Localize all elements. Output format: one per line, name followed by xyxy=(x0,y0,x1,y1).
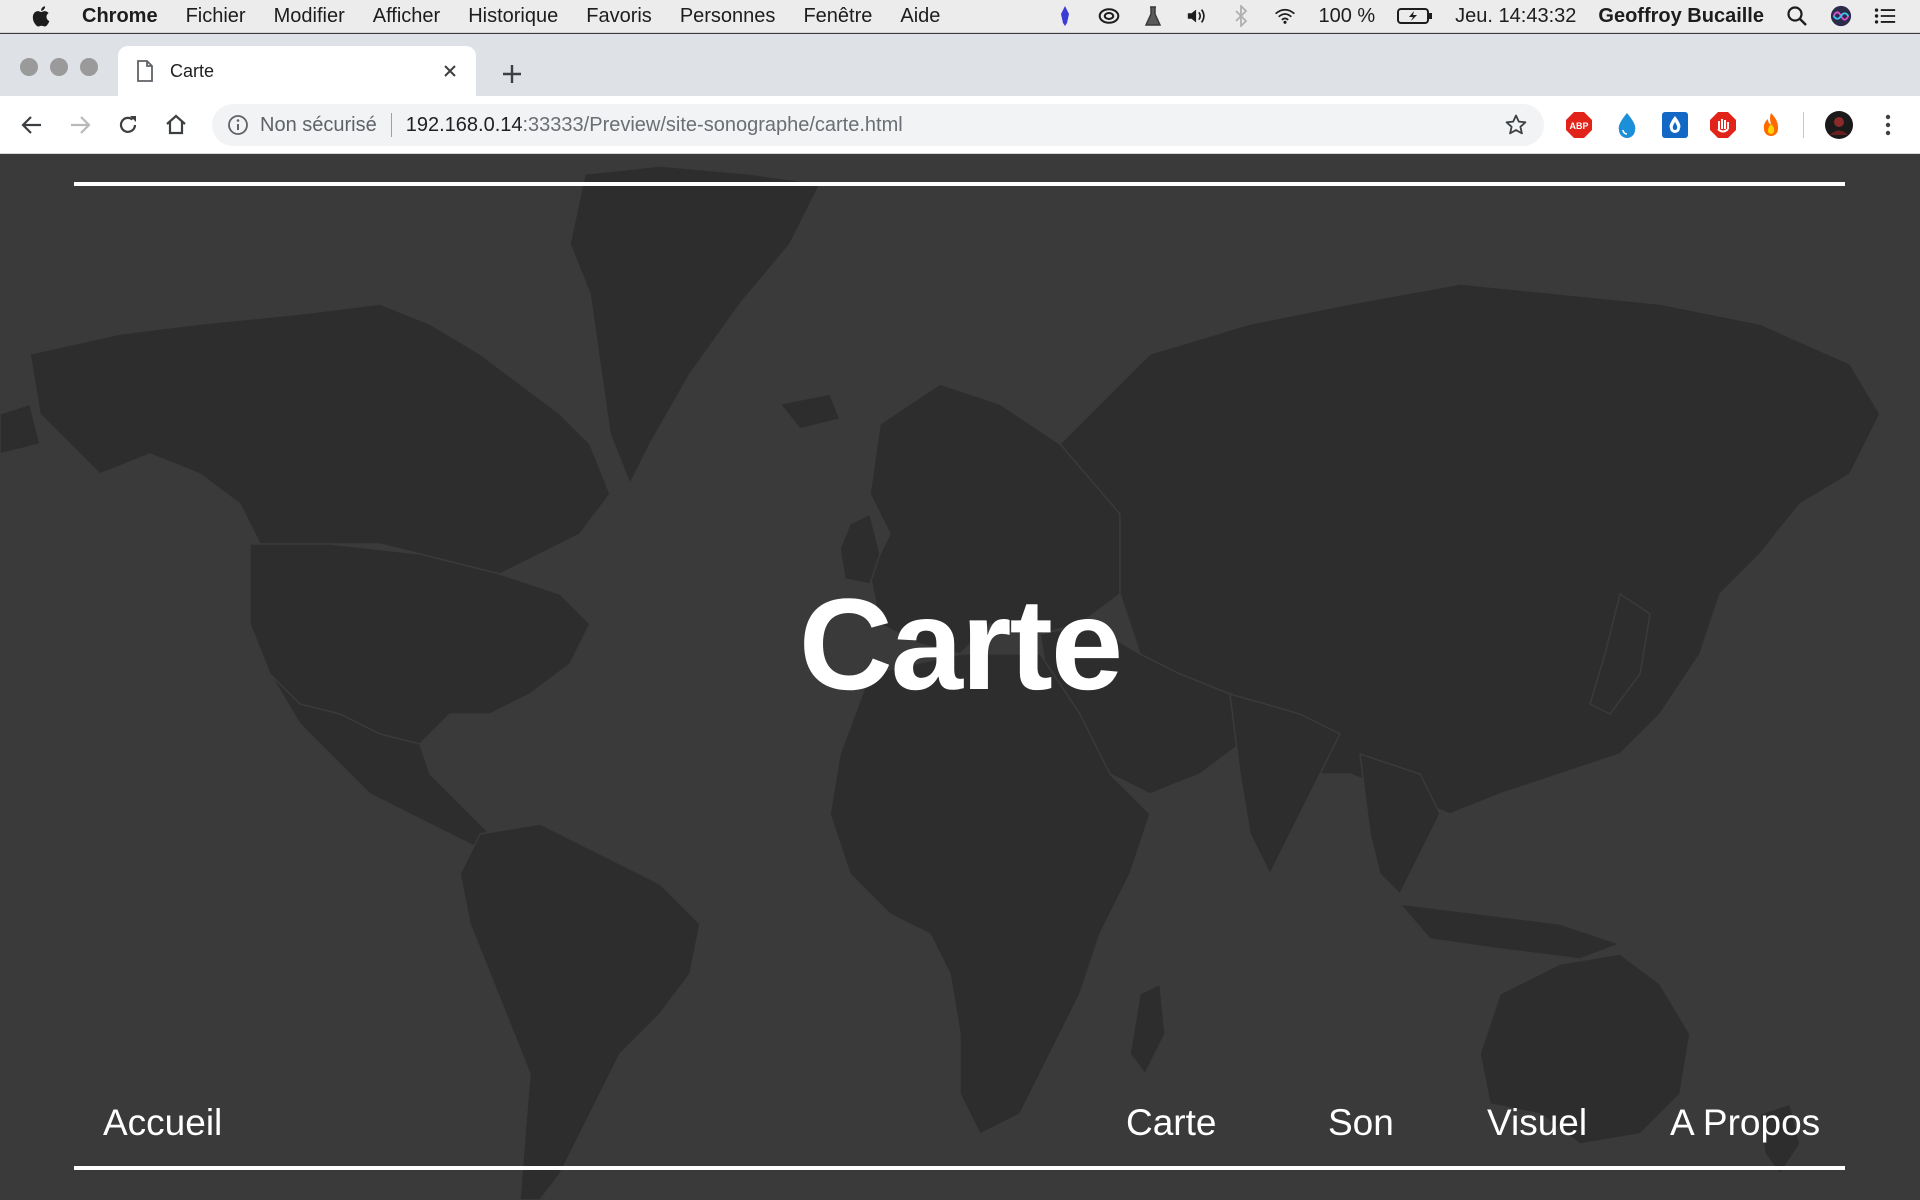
tab-carte[interactable]: Carte xyxy=(118,46,476,96)
menu-favoris[interactable]: Favoris xyxy=(586,5,652,28)
battery-percent: 100 % xyxy=(1318,4,1376,27)
menubar-clock[interactable]: Jeu. 14:43:32 xyxy=(1455,5,1576,28)
chrome-menu-button[interactable] xyxy=(1872,109,1904,141)
droplet-icon[interactable] xyxy=(1613,111,1641,139)
volume-icon[interactable] xyxy=(1186,5,1208,27)
spotlight-search-icon[interactable] xyxy=(1786,5,1808,27)
omnibox-separator xyxy=(390,113,392,137)
menu-app-name[interactable]: Chrome xyxy=(82,5,158,28)
new-tab-button[interactable] xyxy=(496,58,528,90)
flask-icon[interactable] xyxy=(1142,5,1164,27)
security-status[interactable]: Non sécurisé xyxy=(260,114,377,137)
bottom-rule xyxy=(74,1166,1845,1170)
document-icon xyxy=(136,60,156,82)
bookmark-star-icon[interactable] xyxy=(1504,113,1528,137)
nav-visuel-link[interactable]: Visuel xyxy=(1487,1102,1587,1144)
toolbar-separator xyxy=(1803,112,1804,138)
home-button[interactable] xyxy=(160,109,192,141)
close-tab-icon[interactable] xyxy=(438,59,462,83)
page-content: Carte Accueil Carte Son Visuel A Propos xyxy=(0,154,1920,1200)
home-icon xyxy=(166,114,186,135)
raindrop-icon[interactable] xyxy=(1661,111,1689,139)
nav-son-link[interactable]: Son xyxy=(1328,1102,1394,1144)
tab-title: Carte xyxy=(170,60,215,81)
macos-menu-bar: Chrome Fichier Modifier Afficher Histori… xyxy=(0,0,1920,33)
back-arrow-icon xyxy=(21,116,41,134)
wifi-icon[interactable] xyxy=(1274,5,1296,27)
nav-apropos-link[interactable]: A Propos xyxy=(1670,1102,1820,1144)
nav-carte-link[interactable]: Carte xyxy=(1126,1102,1216,1144)
reload-icon xyxy=(119,116,137,133)
menu-aide[interactable]: Aide xyxy=(900,5,940,28)
stop-hand-icon[interactable] xyxy=(1709,111,1737,139)
url-path: :33333/Preview/site-sonographe/carte.htm… xyxy=(522,113,903,136)
menu-fenetre[interactable]: Fenêtre xyxy=(803,5,872,28)
address-bar[interactable]: Non sécurisé 192.168.0.14 :33333/Preview… xyxy=(212,104,1544,146)
window-controls xyxy=(20,58,98,76)
bluetooth-icon[interactable] xyxy=(1230,5,1252,27)
menu-historique[interactable]: Historique xyxy=(468,5,558,28)
browser-toolbar: Non sécurisé 192.168.0.14 :33333/Preview… xyxy=(0,96,1920,154)
apple-menu-icon[interactable] xyxy=(28,4,56,28)
menu-modifier[interactable]: Modifier xyxy=(274,5,345,28)
page-title: Carte xyxy=(798,571,1123,717)
adblock-plus-icon[interactable]: ABP xyxy=(1565,111,1593,139)
menu-fichier[interactable]: Fichier xyxy=(186,5,246,28)
nav-accueil-link[interactable]: Accueil xyxy=(103,1102,222,1144)
reload-button[interactable] xyxy=(112,109,144,141)
plus-icon xyxy=(503,65,521,83)
profile-avatar[interactable] xyxy=(1824,110,1854,140)
forward-arrow-icon xyxy=(71,116,91,134)
forward-button[interactable] xyxy=(64,109,96,141)
kebab-menu-icon xyxy=(1885,114,1891,136)
menu-afficher[interactable]: Afficher xyxy=(373,5,440,28)
notification-center-icon[interactable] xyxy=(1874,5,1896,27)
menubar-user[interactable]: Geoffroy Bucaille xyxy=(1598,5,1764,28)
creative-cloud-icon[interactable] xyxy=(1098,5,1120,27)
info-icon[interactable] xyxy=(226,113,250,137)
svg-text:ABP: ABP xyxy=(1569,121,1588,131)
zoom-window-button[interactable] xyxy=(80,58,98,76)
pen-icon[interactable] xyxy=(1054,5,1076,27)
menu-personnes[interactable]: Personnes xyxy=(680,5,776,28)
siri-icon[interactable] xyxy=(1830,5,1852,27)
back-button[interactable] xyxy=(16,109,48,141)
tab-strip: Carte xyxy=(0,34,1920,96)
battery-icon[interactable] xyxy=(1397,5,1433,27)
close-window-button[interactable] xyxy=(20,58,38,76)
url-host: 192.168.0.14 xyxy=(405,113,523,136)
fire-icon[interactable] xyxy=(1757,111,1785,139)
minimize-window-button[interactable] xyxy=(50,58,68,76)
top-rule xyxy=(74,182,1845,186)
